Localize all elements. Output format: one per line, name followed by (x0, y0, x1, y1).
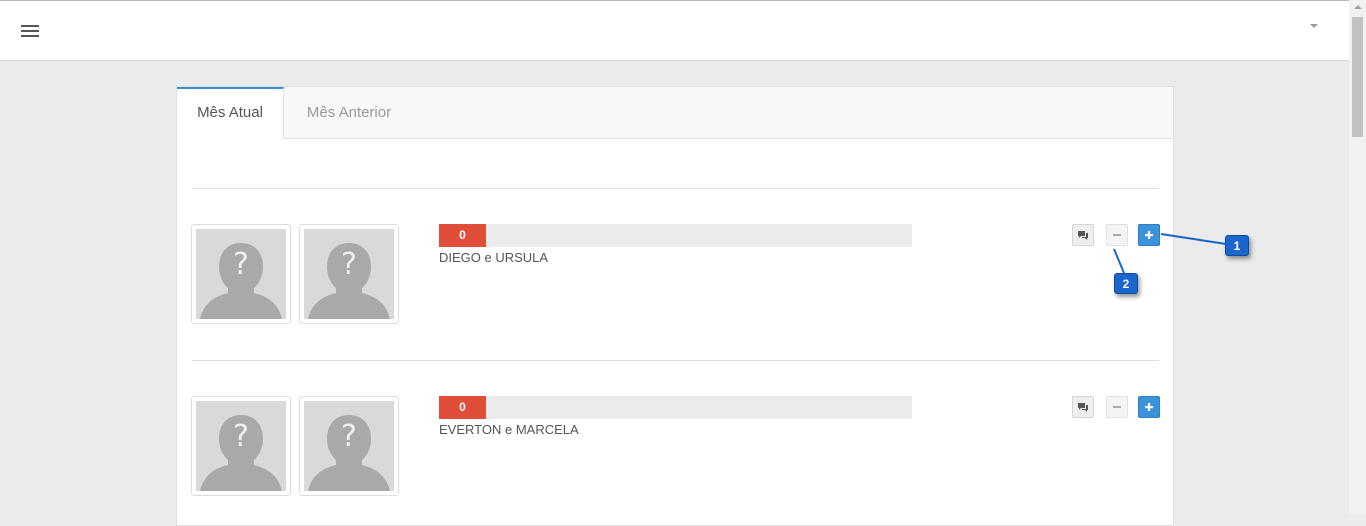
unknown-person-icon: ? (196, 229, 286, 319)
scrollbar-thumb[interactable] (1352, 17, 1363, 137)
avatar-photo-2: ? (299, 224, 399, 324)
minus-icon (1113, 234, 1121, 236)
couple-row: ? ? 0 EVERTON e MARCELA (177, 396, 1173, 506)
comment-button[interactable] (1072, 396, 1094, 418)
plus-button[interactable] (1138, 224, 1160, 246)
couple-name: EVERTON e MARCELA (439, 422, 579, 437)
svg-text:?: ? (341, 247, 357, 282)
minus-icon (1113, 406, 1121, 408)
page-scrollbar[interactable] (1349, 0, 1366, 514)
tab-previous-month[interactable]: Mês Anterior (285, 87, 413, 138)
tab-bar: Mês Atual Mês Anterior (177, 87, 1173, 139)
caret-down-icon[interactable] (1310, 24, 1318, 28)
plus-button[interactable] (1138, 396, 1160, 418)
tab-current-month[interactable]: Mês Atual (177, 87, 284, 139)
unknown-person-icon: ? (196, 401, 286, 491)
plus-icon (1145, 231, 1153, 239)
avatar-photo-1: ? (191, 224, 291, 324)
minus-button[interactable] (1106, 396, 1128, 418)
score-progress-bar: 0 (439, 224, 912, 247)
svg-text:?: ? (233, 419, 249, 454)
top-navbar (0, 0, 1349, 61)
couple-row: ? ? 0 DIEGO e URSULA (177, 224, 1173, 334)
hamburger-icon[interactable] (21, 25, 39, 37)
ranking-panel: Mês Atual Mês Anterior ? ? 0 DIEGO e URS… (176, 86, 1174, 526)
svg-text:?: ? (233, 247, 249, 282)
comments-icon (1078, 403, 1088, 412)
divider (192, 188, 1159, 189)
minus-button[interactable] (1106, 224, 1128, 246)
divider (192, 360, 1159, 361)
score-progress-bar: 0 (439, 396, 912, 419)
plus-icon (1145, 403, 1153, 411)
comments-icon (1078, 231, 1088, 240)
score-value: 0 (439, 396, 486, 419)
svg-text:?: ? (341, 419, 357, 454)
unknown-person-icon: ? (304, 229, 394, 319)
avatar-photo-2: ? (299, 396, 399, 496)
comment-button[interactable] (1072, 224, 1094, 246)
avatar-photo-1: ? (191, 396, 291, 496)
score-value: 0 (439, 224, 486, 247)
couple-name: DIEGO e URSULA (439, 250, 549, 265)
callout-badge-2: 2 (1114, 273, 1138, 294)
unknown-person-icon: ? (304, 401, 394, 491)
callout-badge-1: 1 (1225, 235, 1249, 256)
scroll-up-icon[interactable] (1354, 5, 1362, 9)
